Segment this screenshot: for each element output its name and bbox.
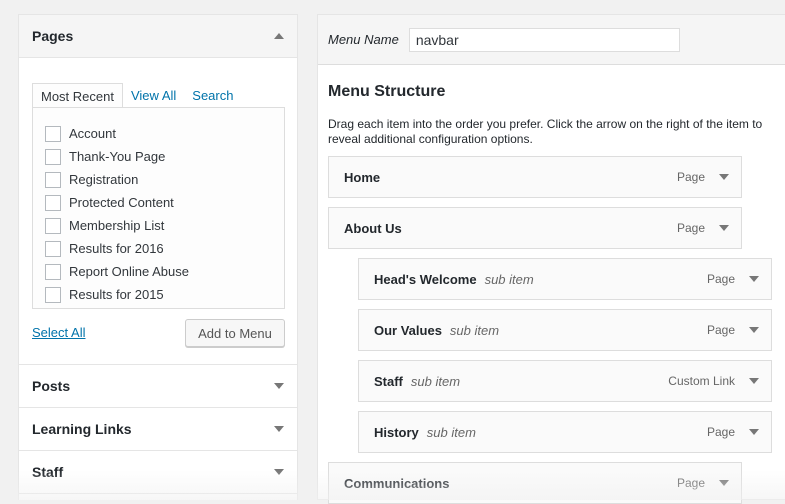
add-to-menu-button[interactable]: Add to Menu	[185, 319, 285, 347]
page-option[interactable]: Registration	[33, 168, 284, 191]
learning-links-section-header[interactable]: Learning Links	[19, 407, 297, 450]
expand-arrow-icon[interactable]	[749, 276, 759, 282]
menu-item-type: Page	[706, 323, 735, 337]
expand-arrow-icon[interactable]	[749, 429, 759, 435]
menu-item[interactable]: Home Page	[328, 156, 742, 198]
checkbox[interactable]	[45, 240, 61, 257]
page-option[interactable]: Report Online Abuse	[33, 260, 284, 283]
menu-item[interactable]: Communications Page	[328, 462, 742, 504]
expand-arrow-icon[interactable]	[719, 225, 729, 231]
expand-arrow-icon[interactable]	[719, 174, 729, 180]
expand-arrow-icon[interactable]	[749, 378, 759, 384]
menu-item-type: Page	[676, 170, 705, 184]
menu-item[interactable]: History sub item Page	[358, 411, 772, 453]
checkbox[interactable]	[45, 286, 61, 303]
pages-checklist[interactable]: Account Thank-You Page Registration Prot…	[32, 107, 285, 309]
menu-item-type: Custom Link	[668, 374, 735, 388]
page-option[interactable]: Thank-You Page	[33, 145, 284, 168]
tab-view-all[interactable]: View All	[123, 83, 184, 108]
tab-search[interactable]: Search	[184, 83, 241, 108]
menu-item[interactable]: Staff sub item Custom Link	[358, 360, 772, 402]
checkbox[interactable]	[45, 125, 61, 142]
expand-arrow-icon[interactable]	[274, 469, 284, 475]
expand-arrow-icon[interactable]	[749, 327, 759, 333]
page-option[interactable]: Account	[33, 122, 284, 145]
menu-item-title: Communications	[344, 475, 450, 491]
menu-structure-panel: Menu Name Menu Structure Drag each item …	[317, 14, 785, 504]
checkbox[interactable]	[45, 148, 61, 165]
checkbox[interactable]	[45, 171, 61, 188]
menu-item-type: Page	[676, 476, 705, 490]
menu-item-sub-label: sub item	[426, 424, 476, 440]
menu-structure-heading: Menu Structure	[328, 83, 446, 100]
menu-item-title: Home	[344, 169, 381, 185]
collapse-arrow-icon[interactable]	[274, 33, 284, 39]
menu-item[interactable]: Head's Welcome sub item Page	[358, 258, 772, 300]
tab-most-recent[interactable]: Most Recent	[32, 83, 123, 108]
checkbox[interactable]	[45, 217, 61, 234]
expand-arrow-icon[interactable]	[719, 480, 729, 486]
checkbox[interactable]	[45, 194, 61, 211]
staff-section-header[interactable]: Staff	[19, 450, 297, 493]
menu-item-sub-label: sub item	[449, 322, 500, 338]
page-option[interactable]: Protected Content	[33, 191, 284, 214]
menu-item[interactable]: About Us Page	[328, 207, 742, 249]
menu-item[interactable]: Our Values sub item Page	[358, 309, 772, 351]
posts-section-header[interactable]: Posts	[19, 364, 297, 407]
page-option[interactable]: Membership List	[33, 214, 284, 237]
pages-section-header[interactable]: Pages	[19, 15, 297, 58]
menu-item-type: Page	[706, 272, 735, 286]
section-divider	[19, 493, 297, 500]
menu-item-sub-label: sub item	[484, 271, 534, 287]
expand-arrow-icon[interactable]	[274, 383, 284, 389]
menu-name-label: Menu Name	[328, 32, 399, 47]
menu-structure-description: Drag each item into the order you prefer…	[328, 117, 763, 146]
pages-title: Pages	[32, 28, 74, 44]
page-option[interactable]: Results for 2015	[33, 283, 284, 306]
menu-item-title: Staff	[374, 373, 403, 389]
menu-item-title: Head's Welcome	[374, 271, 477, 287]
select-all-link[interactable]: Select All	[32, 325, 85, 340]
menu-item-sub-label: sub item	[410, 373, 461, 389]
menu-name-input[interactable]	[408, 27, 680, 52]
menu-item-title: History	[374, 424, 419, 440]
checkbox[interactable]	[45, 263, 61, 280]
menu-item-type: Page	[676, 221, 705, 235]
menu-item-title: Our Values	[374, 322, 442, 338]
menu-item-title: About Us	[344, 220, 402, 236]
expand-arrow-icon[interactable]	[274, 426, 284, 432]
menu-item-type: Page	[706, 425, 735, 439]
page-option[interactable]: Results for 2016	[33, 237, 284, 260]
add-menu-items-panel: Pages Most Recent View All Search Accoun…	[18, 14, 298, 500]
